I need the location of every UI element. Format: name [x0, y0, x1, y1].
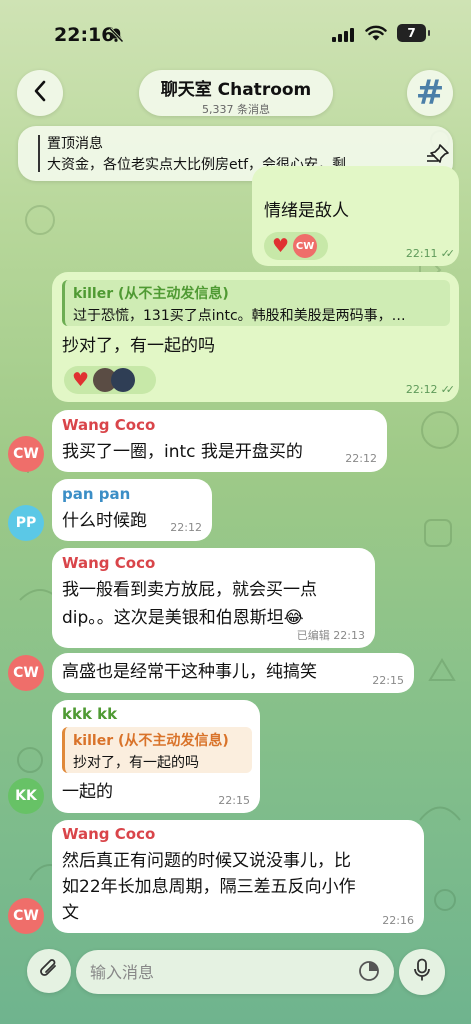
battery-indicator: 7: [397, 24, 430, 42]
message-time: 22:15: [218, 794, 250, 807]
time-text: 22:12: [405, 383, 438, 396]
reply-quote[interactable]: killer (从不主动发信息) 抄对了，有一起的吗: [62, 727, 252, 773]
hash-icon[interactable]: #: [407, 70, 453, 116]
message-time: 22:12 ✓✓: [405, 383, 456, 396]
message-text: 什么时候跑: [62, 511, 147, 531]
sticker-icon[interactable]: [358, 960, 380, 986]
pin-icon[interactable]: [426, 142, 452, 168]
reaction-chip[interactable]: ♥: [64, 366, 156, 394]
message-bubble-incoming[interactable]: Wang Coco 然后真正有问题的时候又说没事儿，比 如22年长加息周期，隔三…: [52, 820, 424, 933]
attach-button[interactable]: [27, 949, 71, 993]
message-bubble-incoming[interactable]: Wang Coco 我一般看到卖方放屁，就会买一点 dip。。这次是美银和伯恩斯…: [52, 548, 375, 648]
sender-name[interactable]: kkk kk: [62, 705, 117, 723]
reaction-chip[interactable]: ♥ CW: [264, 232, 328, 260]
avatar[interactable]: KK: [8, 778, 44, 814]
message-composer: [0, 940, 471, 1024]
status-bar: 22:16 7: [0, 0, 471, 64]
reply-text: 抄对了，有一起的吗: [73, 755, 199, 771]
time-text: 22:13: [333, 629, 365, 642]
message-text: dip。。这次是美银和伯恩斯坦😂: [62, 608, 304, 628]
sender-name[interactable]: Wang Coco: [62, 825, 155, 843]
heart-icon: ♥: [72, 368, 90, 391]
reply-text: 过于恐慌，131买了点intc。韩股和美股是两码事，…: [73, 308, 406, 324]
avatar[interactable]: CW: [8, 436, 44, 472]
pinned-accent-bar: [38, 135, 40, 172]
reply-sender: killer (从不主动发信息): [73, 286, 229, 302]
message-bubble-incoming[interactable]: kkk kk killer (从不主动发信息) 抄对了，有一起的吗 一起的 22…: [52, 700, 260, 813]
sender-name[interactable]: Wang Coco: [62, 416, 155, 434]
message-text: 我买了一圈，intc 我是开盘买的: [62, 442, 303, 462]
message-text: 高盛也是经常干这种事儿，纯搞笑: [62, 662, 317, 682]
signal-icon: [332, 27, 354, 46]
chat-title: 聊天室 Chatroom: [160, 80, 312, 100]
reply-sender: killer (从不主动发信息): [73, 733, 229, 749]
double-check-icon: ✓✓: [440, 247, 456, 260]
message-time: 22:12: [170, 521, 202, 534]
message-text: 如22年长加息周期，隔三差五反向小作: [62, 877, 356, 897]
message-time: 22:12: [345, 452, 377, 465]
heart-icon: ♥: [272, 234, 290, 257]
reply-quote[interactable]: killer (从不主动发信息) 过于恐慌，131买了点intc。韩股和美股是两…: [62, 280, 450, 326]
back-button[interactable]: [17, 70, 63, 116]
message-time: 22:11 ✓✓: [405, 247, 456, 260]
edited-label: 已编辑: [296, 629, 330, 642]
microphone-icon: [413, 958, 431, 986]
message-time: 22:15: [372, 674, 404, 687]
avatar[interactable]: CW: [8, 655, 44, 691]
time-text: 22:11: [405, 247, 438, 260]
sender-name[interactable]: pan pan: [62, 485, 130, 503]
pinned-title: 置顶消息: [47, 136, 103, 152]
message-bubble-incoming[interactable]: pan pan 什么时候跑 22:12: [52, 479, 212, 541]
chevron-left-icon: [33, 80, 47, 106]
message-text: 文: [62, 903, 79, 923]
paperclip-icon: [38, 957, 60, 985]
message-text: 然后真正有问题的时候又说没事儿，比: [62, 851, 351, 871]
message-count: 5,337 条消息: [202, 103, 270, 116]
message-time: 22:16: [382, 914, 414, 927]
message-bubble-outgoing[interactable]: killer (从不主动发信息) 过于恐慌，131买了点intc。韩股和美股是两…: [52, 272, 459, 402]
status-time: 22:16: [54, 24, 115, 46]
chat-title-pill[interactable]: 聊天室 Chatroom 5,337 条消息: [139, 70, 333, 116]
message-bubble-incoming[interactable]: Wang Coco 我买了一圈，intc 我是开盘买的 22:12: [52, 410, 387, 472]
message-text: 情绪是敌人: [264, 201, 349, 221]
message-bubble-outgoing[interactable]: 情绪是敌人 ♥ CW 22:11 ✓✓: [252, 166, 459, 266]
message-bubble-incoming[interactable]: 高盛也是经常干这种事儿，纯搞笑 22:15: [52, 653, 414, 693]
wifi-icon: [365, 25, 387, 45]
avatar[interactable]: CW: [8, 898, 44, 934]
microphone-button[interactable]: [399, 949, 445, 995]
message-text: 抄对了，有一起的吗: [62, 336, 215, 356]
reaction-avatar: CW: [293, 234, 318, 258]
double-check-icon: ✓✓: [440, 383, 456, 396]
sender-name[interactable]: Wang Coco: [62, 554, 155, 572]
avatar[interactable]: PP: [8, 505, 44, 541]
bell-slash-icon: [108, 27, 124, 47]
message-time: 已编辑 22:13: [297, 627, 365, 643]
message-input[interactable]: [76, 950, 394, 994]
message-text: 一起的: [62, 782, 113, 802]
message-text: 我一般看到卖方放屁，就会买一点: [62, 580, 317, 600]
reaction-avatar: [111, 368, 136, 392]
